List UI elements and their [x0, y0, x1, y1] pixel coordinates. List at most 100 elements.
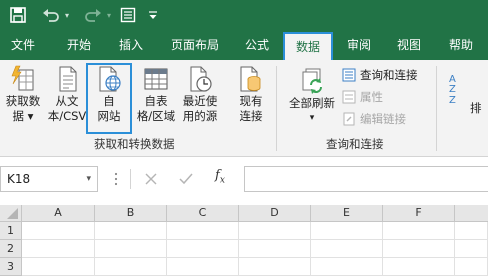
from-table-label-1: 自表 — [144, 94, 168, 108]
grid-cell[interactable] — [95, 222, 167, 240]
from-table-icon — [144, 68, 168, 90]
redo-icon[interactable] — [82, 4, 104, 26]
title-bar: ▾ ▾ — [0, 0, 488, 30]
get-data-icon — [11, 65, 34, 91]
column-header-a[interactable]: A — [22, 205, 95, 222]
recent-sources-label-2: 用的源 — [182, 109, 218, 123]
ribbon-tabs: 文件 开始 插入 页面布局 公式 数据 审阅 视图 帮助 — [0, 30, 488, 60]
from-table-button[interactable]: 自表 格/区域 — [134, 64, 178, 124]
tab-data[interactable]: 数据 — [283, 32, 333, 60]
group-separator-2 — [436, 66, 437, 151]
formula-separator — [130, 169, 131, 189]
column-header-g-partial[interactable] — [455, 205, 488, 222]
sort-az-button[interactable]: A Z Z — [444, 70, 464, 106]
queries-connections-button[interactable]: 查询和连接 — [342, 66, 418, 84]
from-text-label-1: 从文 — [55, 94, 79, 108]
grid-cell[interactable] — [95, 240, 167, 258]
tab-file[interactable]: 文件 — [0, 30, 46, 60]
queries-connections-label: 查询和连接 — [360, 68, 418, 82]
queries-group-label: 查询和连接 — [326, 137, 384, 151]
fx-x: x — [219, 175, 225, 186]
grid-cell[interactable] — [455, 258, 488, 276]
get-data-button[interactable]: 获取数 据 ▾ — [0, 64, 46, 124]
form-icon[interactable] — [118, 4, 138, 26]
grid-cell[interactable] — [311, 222, 383, 240]
enter-check-icon[interactable] — [177, 170, 195, 188]
ribbon-data: 获取数 据 ▾ 从文 本/CSV 自 网站 自表 格/区域 最近使 用的源 现有… — [0, 60, 488, 157]
grid-cell[interactable] — [455, 240, 488, 258]
worksheet-grid: A B C D E F 1 2 3 — [0, 205, 488, 277]
grid-cell[interactable] — [239, 258, 311, 276]
row-header-2[interactable]: 2 — [0, 240, 22, 258]
column-header-c[interactable]: C — [167, 205, 239, 222]
tab-review[interactable]: 审阅 — [336, 30, 382, 60]
column-header-e[interactable]: E — [311, 205, 383, 222]
column-header-f[interactable]: F — [383, 205, 455, 222]
sort-label[interactable]: 排 — [470, 100, 482, 116]
from-text-csv-icon — [59, 66, 77, 92]
refresh-all-button[interactable]: 全部刷新 ▾ — [284, 66, 340, 126]
recent-sources-icon — [190, 66, 212, 92]
recent-sources-label-1: 最近使 — [182, 94, 218, 108]
grid-cell[interactable] — [167, 240, 239, 258]
group-separator — [276, 66, 277, 151]
tab-formulas[interactable]: 公式 — [234, 30, 280, 60]
tab-page-layout[interactable]: 页面布局 — [164, 30, 226, 60]
grid-cell[interactable] — [22, 258, 95, 276]
grid-cell[interactable] — [95, 258, 167, 276]
grid-cell[interactable] — [455, 222, 488, 240]
from-web-button[interactable]: 自 网站 — [89, 64, 129, 124]
existing-connections-icon — [240, 66, 261, 92]
grid-cell[interactable] — [239, 222, 311, 240]
drag-handle-icon[interactable] — [113, 171, 119, 187]
select-all-corner[interactable] — [0, 205, 22, 222]
from-table-label-2: 格/区域 — [136, 109, 176, 123]
refresh-all-dropdown-icon[interactable]: ▾ — [310, 111, 315, 126]
column-header-d[interactable]: D — [239, 205, 311, 222]
recent-sources-button[interactable]: 最近使 用的源 — [180, 64, 220, 124]
grid-cell[interactable] — [239, 240, 311, 258]
edit-links-icon — [343, 112, 355, 126]
insert-function-icon[interactable]: fx — [215, 168, 225, 186]
get-data-label-1: 获取数 — [5, 94, 41, 108]
row-header-3[interactable]: 3 — [0, 258, 22, 276]
from-text-csv-button[interactable]: 从文 本/CSV — [48, 64, 86, 124]
existing-connections-label-2: 连接 — [239, 109, 263, 123]
cancel-icon[interactable] — [142, 170, 160, 188]
sort-az-icon: A Z Z — [449, 74, 456, 106]
from-web-label-1: 自 — [103, 94, 115, 108]
undo-icon[interactable] — [40, 4, 62, 26]
properties-icon — [342, 90, 356, 104]
grid-cell[interactable] — [383, 222, 455, 240]
from-web-label-2: 网站 — [97, 109, 121, 123]
redo-dropdown-icon[interactable]: ▾ — [104, 4, 114, 26]
name-box-dropdown-icon[interactable]: ▾ — [86, 167, 91, 191]
tab-home[interactable]: 开始 — [56, 30, 102, 60]
grid-cell[interactable] — [311, 258, 383, 276]
select-all-icon — [7, 208, 18, 219]
get-data-label-2: 据 ▾ — [12, 109, 34, 123]
grid-cell[interactable] — [167, 222, 239, 240]
row-header-1[interactable]: 1 — [0, 222, 22, 240]
edit-links-button[interactable]: 编辑链接 — [342, 110, 406, 128]
undo-dropdown-icon[interactable]: ▾ — [62, 4, 72, 26]
from-web-icon — [99, 66, 121, 92]
tab-insert[interactable]: 插入 — [108, 30, 154, 60]
save-icon[interactable] — [8, 4, 28, 26]
column-header-b[interactable]: B — [95, 205, 167, 222]
properties-button[interactable]: 属性 — [342, 88, 383, 106]
grid-cell[interactable] — [311, 240, 383, 258]
tab-view[interactable]: 视图 — [386, 30, 432, 60]
tab-help[interactable]: 帮助 — [438, 30, 484, 60]
name-box[interactable]: K18 ▾ — [0, 166, 98, 192]
existing-connections-button[interactable]: 现有 连接 — [234, 64, 268, 124]
formula-input[interactable] — [244, 166, 488, 192]
grid-cell[interactable] — [22, 222, 95, 240]
grid-cell[interactable] — [22, 240, 95, 258]
grid-cell[interactable] — [383, 258, 455, 276]
excel-window: ▾ ▾ 文件 开始 插入 页面布局 公式 数据 审阅 视图 帮助 获取数 据 ▾… — [0, 0, 488, 277]
grid-cell[interactable] — [167, 258, 239, 276]
formula-bar: K18 ▾ fx — [0, 157, 488, 205]
grid-cell[interactable] — [383, 240, 455, 258]
customize-qat-icon[interactable] — [146, 4, 160, 26]
